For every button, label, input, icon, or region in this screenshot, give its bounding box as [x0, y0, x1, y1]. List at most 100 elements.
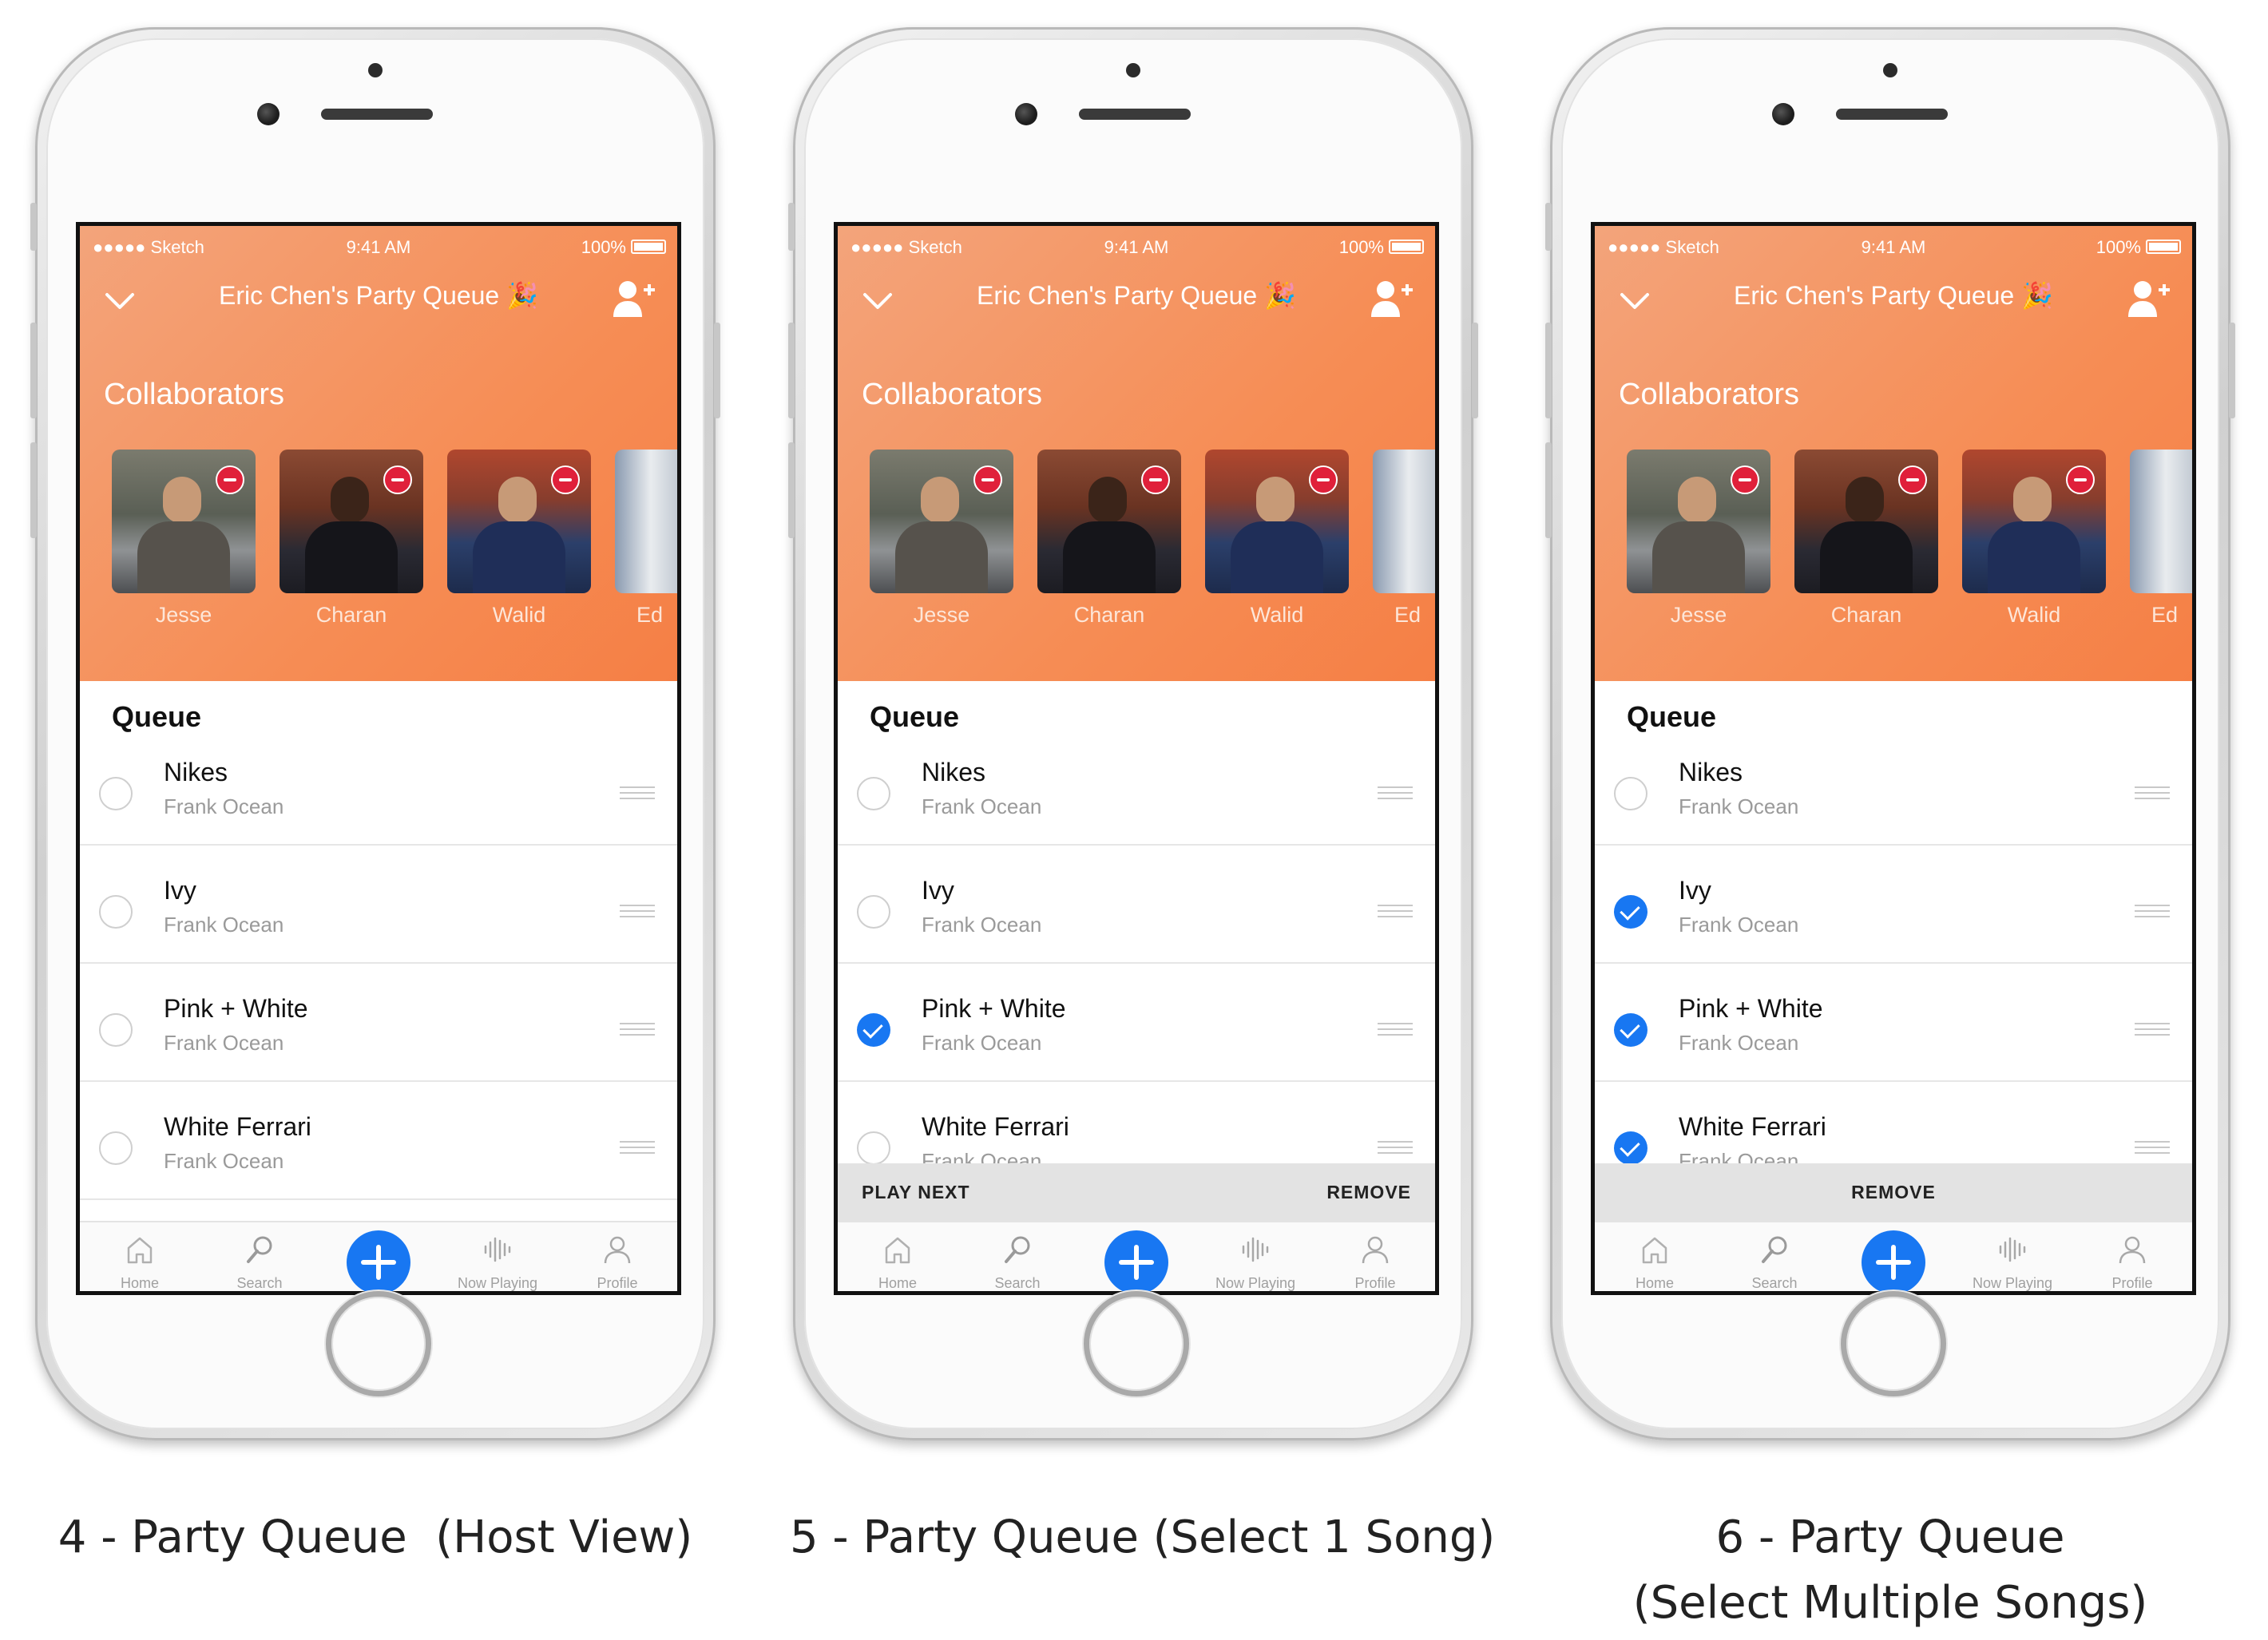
collaborator-avatar[interactable]	[615, 450, 677, 593]
tab-profile[interactable]: Profile	[557, 1222, 677, 1291]
tab-label: Profile	[2111, 1275, 2153, 1291]
tab-now-playing[interactable]: Now Playing	[438, 1222, 557, 1291]
collaborators-heading: Collaborators	[862, 378, 1042, 411]
collaborator-name: Walid	[492, 603, 546, 627]
tab-label: Search	[236, 1275, 283, 1291]
app-screen: ●●●●● Sketch 9:41 AM 100% Eric Chen's Pa…	[1591, 222, 2196, 1295]
select-circle-icon[interactable]	[1614, 777, 1647, 810]
select-circle-icon[interactable]	[857, 895, 890, 929]
tab-search[interactable]: Search	[200, 1222, 319, 1291]
drag-handle-icon[interactable]	[620, 905, 655, 917]
remove-collaborator-icon[interactable]	[1898, 465, 1927, 494]
song-title: Ivy	[1679, 876, 1711, 905]
play-next-button[interactable]: PLAY NEXT	[862, 1182, 970, 1203]
power-button	[2229, 323, 2235, 418]
profile-icon	[604, 1236, 631, 1264]
drag-handle-icon[interactable]	[2135, 786, 2170, 799]
checked-circle-icon[interactable]	[1614, 1131, 1647, 1165]
tab-label: Profile	[1354, 1275, 1396, 1291]
queue-row[interactable]: Ivy Frank Ocean	[1595, 857, 2192, 964]
add-user-icon[interactable]	[1370, 279, 1414, 319]
remove-collaborator-icon[interactable]	[1309, 465, 1338, 494]
queue-row[interactable]: Ivy Frank Ocean	[838, 857, 1435, 964]
remove-collaborator-icon[interactable]	[1141, 465, 1170, 494]
tab-profile[interactable]: Profile	[2072, 1222, 2192, 1291]
profile-icon	[2119, 1236, 2146, 1264]
queue-row[interactable]: Nikes Frank Ocean	[80, 739, 677, 846]
song-artist: Frank Ocean	[164, 794, 284, 818]
queue-row[interactable]: Pink + White Frank Ocean	[838, 975, 1435, 1082]
tab-label: Search	[994, 1275, 1041, 1291]
select-circle-icon[interactable]	[99, 895, 133, 929]
checked-circle-icon[interactable]	[1614, 895, 1647, 929]
drag-handle-icon[interactable]	[2135, 1023, 2170, 1036]
earpiece-speaker	[321, 109, 433, 120]
drag-handle-icon[interactable]	[1378, 905, 1413, 917]
select-circle-icon[interactable]	[99, 1131, 133, 1165]
drag-handle-icon[interactable]	[620, 786, 655, 799]
select-circle-icon[interactable]	[99, 777, 133, 810]
add-song-button[interactable]	[1104, 1230, 1168, 1291]
drag-handle-icon[interactable]	[620, 1023, 655, 1036]
remove-collaborator-icon[interactable]	[973, 465, 1002, 494]
party-header: ●●●●● Sketch 9:41 AM 100% Eric Chen's Pa…	[838, 226, 1435, 681]
selection-action-bar: PLAY NEXT REMOVE	[838, 1163, 1435, 1221]
collaborator-name: Walid	[1250, 603, 1304, 627]
add-user-icon[interactable]	[612, 279, 656, 319]
front-camera	[1772, 103, 1794, 125]
phone-frame: ●●●●● Sketch 9:41 AM 100% Eric Chen's Pa…	[30, 27, 720, 1440]
queue-row[interactable]: Nikes Frank Ocean	[838, 739, 1435, 846]
song-title: Nikes	[1679, 758, 1743, 786]
tab-home[interactable]: Home	[1595, 1222, 1715, 1291]
queue-row[interactable]: Nikes Frank Ocean	[1595, 739, 2192, 846]
tab-profile[interactable]: Profile	[1315, 1222, 1435, 1291]
remove-button[interactable]: REMOVE	[1595, 1182, 2192, 1203]
collaborator-avatar[interactable]	[1373, 450, 1435, 593]
queue-row[interactable]: White Ferrari Frank Ocean	[80, 1093, 677, 1200]
song-artist: Frank Ocean	[922, 794, 1042, 818]
drag-handle-icon[interactable]	[2135, 1141, 2170, 1154]
tab-home[interactable]: Home	[80, 1222, 200, 1291]
tab-search[interactable]: Search	[958, 1222, 1077, 1291]
screen-caption: 4 - Party Queue (Host View)	[57, 1511, 693, 1563]
tab-label: Profile	[597, 1275, 638, 1291]
checked-circle-icon[interactable]	[857, 1013, 890, 1047]
tab-label: Now Playing	[1972, 1275, 2053, 1291]
select-circle-icon[interactable]	[99, 1013, 133, 1047]
select-circle-icon[interactable]	[857, 1131, 890, 1165]
tab-label: Home	[878, 1275, 917, 1291]
song-artist: Frank Ocean	[922, 913, 1042, 937]
drag-handle-icon[interactable]	[1378, 1023, 1413, 1036]
tab-now-playing[interactable]: Now Playing	[1195, 1222, 1315, 1291]
remove-collaborator-icon[interactable]	[216, 465, 244, 494]
remove-button[interactable]: REMOVE	[1326, 1182, 1411, 1203]
waveform-icon	[1242, 1237, 1269, 1262]
home-icon	[885, 1237, 910, 1264]
tab-now-playing[interactable]: Now Playing	[1953, 1222, 2072, 1291]
add-song-button[interactable]	[1862, 1230, 1925, 1291]
select-circle-icon[interactable]	[857, 777, 890, 810]
waveform-icon	[484, 1237, 511, 1262]
remove-collaborator-icon[interactable]	[551, 465, 580, 494]
checked-circle-icon[interactable]	[1614, 1013, 1647, 1047]
add-user-icon[interactable]	[2127, 279, 2171, 319]
drag-handle-icon[interactable]	[2135, 905, 2170, 917]
proximity-sensor	[1126, 63, 1140, 77]
tab-search[interactable]: Search	[1715, 1222, 1834, 1291]
queue-row[interactable]: Pink + White Frank Ocean	[80, 975, 677, 1082]
remove-collaborator-icon[interactable]	[2066, 465, 2095, 494]
drag-handle-icon[interactable]	[620, 1141, 655, 1154]
tab-home[interactable]: Home	[838, 1222, 958, 1291]
add-song-button[interactable]	[347, 1230, 410, 1291]
page-title: Eric Chen's Party Queue 🎉	[977, 281, 1296, 310]
queue-row[interactable]: Pink + White Frank Ocean	[1595, 975, 2192, 1082]
drag-handle-icon[interactable]	[1378, 786, 1413, 799]
remove-collaborator-icon[interactable]	[383, 465, 412, 494]
tab-bar: Home Search Now Playing Profile	[838, 1221, 1435, 1291]
collaborator-avatar[interactable]	[2130, 450, 2192, 593]
phone-mockup: ●●●●● Sketch 9:41 AM 100% Eric Chen's Pa…	[1545, 0, 2235, 1640]
queue-row[interactable]: Ivy Frank Ocean	[80, 857, 677, 964]
remove-collaborator-icon[interactable]	[1731, 465, 1759, 494]
battery-icon	[631, 240, 666, 254]
drag-handle-icon[interactable]	[1378, 1141, 1413, 1154]
